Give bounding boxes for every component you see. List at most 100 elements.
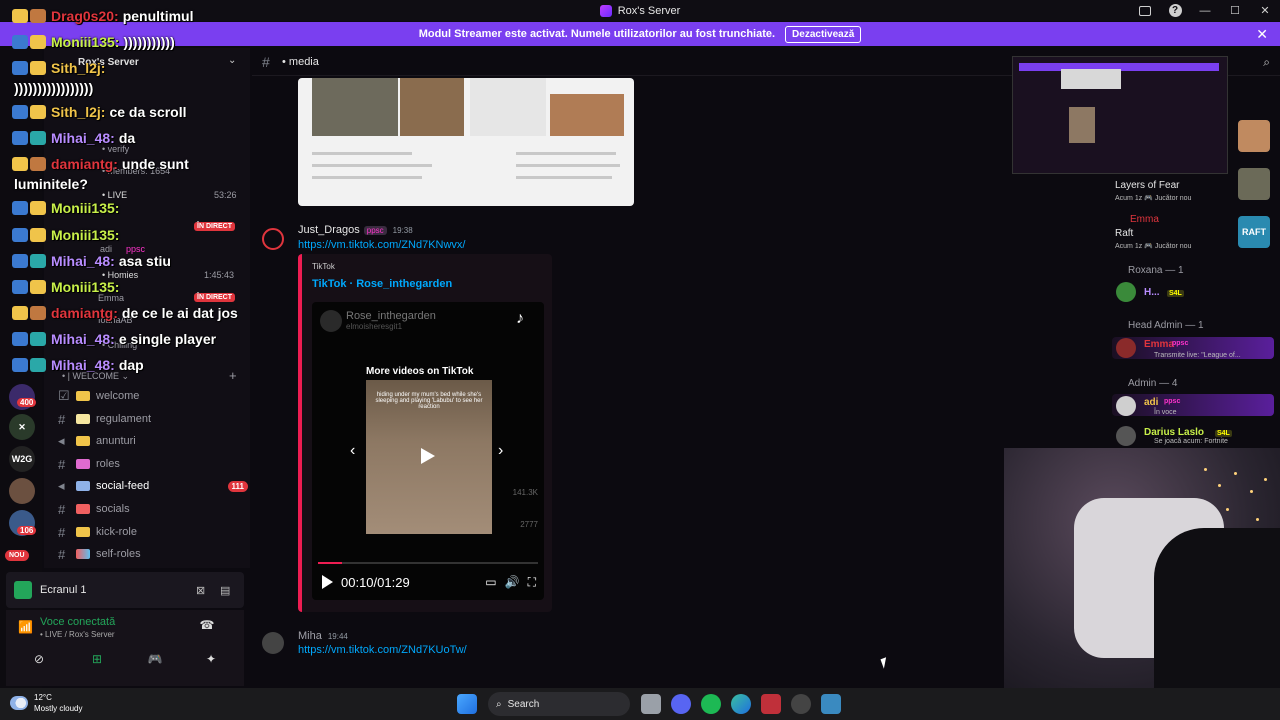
member-highlight (1112, 394, 1274, 416)
author-name[interactable]: Just_Dragos (298, 224, 360, 236)
webcam-person (1154, 528, 1280, 688)
screen-share-toggle-icon[interactable]: ⊞ (82, 650, 112, 668)
title-bar: Rox's Server ? — ☐ ✕ (0, 0, 1280, 21)
inbox-button[interactable] (1130, 0, 1160, 21)
text-line (312, 164, 432, 167)
channel-regulament[interactable]: # regulament (58, 409, 248, 429)
fullscreen-icon[interactable]: ⛶ (528, 575, 536, 590)
author-name[interactable]: Miha (298, 630, 322, 642)
tag-badge: S4L (1167, 290, 1184, 297)
taskbar: 12°C Mostly cloudy ⌕ Search (0, 688, 1280, 720)
inbox-icon (1139, 5, 1151, 16)
member-roxana[interactable]: H... (1144, 287, 1160, 298)
voice-channel-homies[interactable]: • Homies (102, 270, 138, 280)
image-tile (400, 78, 464, 136)
avatar[interactable] (1116, 426, 1136, 446)
channel-list: Rox's Server ⌄ • verify • Members: 1654 … (44, 48, 250, 568)
member-darius[interactable]: Darius Laslo (1144, 427, 1204, 438)
server-icon (599, 4, 612, 17)
search-icon[interactable]: ⌕ (1263, 55, 1270, 70)
taskbar-search[interactable]: ⌕ Search (488, 692, 630, 716)
fairy-light (1250, 490, 1253, 493)
channel-socials[interactable]: # socials (58, 499, 248, 519)
channel-label: anunturi (96, 435, 136, 447)
edge-icon[interactable] (731, 694, 751, 714)
avatar[interactable] (1116, 338, 1136, 358)
maximize-button[interactable]: ☐ (1220, 0, 1250, 21)
avatar[interactable] (262, 632, 284, 654)
embed-title[interactable]: TikTok · Rose_inthegarden (312, 278, 452, 290)
share-settings-icon[interactable]: ▤ (220, 584, 234, 597)
soundboard-icon[interactable]: ✦ (196, 650, 226, 668)
activity-name[interactable]: Raft (1115, 228, 1133, 239)
avatar[interactable] (262, 228, 284, 250)
weather-widget[interactable]: 12°C Mostly cloudy (10, 692, 82, 714)
channel-members[interactable]: • Members: 1654 (102, 166, 170, 176)
banner-close-icon[interactable]: ✕ (1256, 26, 1268, 43)
camera-off-icon[interactable]: ⊘ (24, 650, 54, 668)
play-overlay-icon[interactable] (421, 448, 435, 464)
voice-channel-chilling[interactable]: • Chilling (102, 340, 137, 350)
server-name[interactable]: Rox's Server (78, 57, 139, 68)
task-view-icon[interactable] (641, 694, 661, 714)
signal-icon[interactable]: 📶 (18, 620, 33, 634)
voice-channel-live[interactable]: • LIVE (102, 190, 127, 200)
voice-user-ioana[interactable]: IoanaAB (98, 315, 133, 325)
disable-streamer-button[interactable]: Dezactivează (785, 25, 862, 43)
hash-icon: # (262, 54, 270, 70)
voice-status[interactable]: Voce conectată (40, 616, 115, 628)
app-window-icon[interactable] (821, 694, 841, 714)
chevron-down-icon[interactable]: ⌄ (228, 55, 236, 66)
captions-icon[interactable]: ▭ (485, 575, 496, 589)
server-w2g[interactable]: W2G (9, 446, 35, 472)
help-button[interactable]: ? (1160, 0, 1190, 21)
channel-kick-role[interactable]: # kick-role (58, 522, 248, 542)
disconnect-icon[interactable]: ☎ (192, 616, 222, 634)
webcam-overlay (1004, 448, 1280, 688)
discord-icon[interactable] (671, 694, 691, 714)
channel-social-feed[interactable]: ◂ social-feed 111 (58, 476, 248, 496)
obs-icon[interactable] (791, 694, 811, 714)
category-welcome[interactable]: • | WELCOME ⌄ (62, 371, 129, 382)
add-channel-icon[interactable]: + (229, 368, 237, 383)
avatar[interactable] (1116, 396, 1136, 416)
channel-anunturi[interactable]: ◂ anunturi (58, 431, 248, 451)
activity-name[interactable]: Layers of Fear (1115, 180, 1179, 191)
close-button[interactable]: ✕ (1250, 0, 1280, 21)
member-emma[interactable]: Emma (1130, 214, 1159, 225)
play-icon[interactable] (322, 575, 333, 589)
voice-user-adi[interactable]: adi (100, 244, 112, 254)
channel-verify[interactable]: • verify (102, 144, 129, 154)
spotify-icon[interactable] (701, 694, 721, 714)
image-tile (550, 94, 624, 136)
channel-roles[interactable]: # roles (58, 454, 248, 474)
hash-icon: # (58, 501, 66, 517)
streaming-app-icon[interactable] (761, 694, 781, 714)
stream-preview[interactable] (1012, 56, 1228, 174)
embed-provider: TikTok (312, 262, 335, 271)
server-icon[interactable] (9, 478, 35, 504)
message-link[interactable]: https://vm.tiktok.com/ZNd7KNwvx/ (298, 239, 465, 251)
message-link[interactable]: https://vm.tiktok.com/ZNd7KUoTw/ (298, 644, 467, 656)
chevron-left-icon[interactable]: ‹ (350, 442, 355, 460)
video-player[interactable]: Rose_inthegarden elmoisheresgit1 ♪ More … (312, 302, 544, 600)
voice-user-emma[interactable]: Emma (98, 293, 124, 303)
server-icon[interactable]: ✕ (9, 414, 35, 440)
windows-start-icon[interactable] (457, 694, 477, 714)
screen-share-name: Ecranul 1 (40, 584, 87, 596)
image-attachment[interactable] (298, 78, 634, 206)
member-emma-admin[interactable]: Emma (1144, 339, 1174, 350)
avatar[interactable] (1116, 282, 1136, 302)
member-adi[interactable]: adi (1144, 397, 1158, 408)
fairy-light (1218, 484, 1221, 487)
activities-icon[interactable]: 🎮 (140, 650, 170, 668)
channel-welcome[interactable]: ☑ welcome (58, 386, 248, 406)
channel-self-roles[interactable]: # self-roles (58, 544, 248, 564)
video-thumbnail[interactable]: hiding under my mum's bed while she's sl… (366, 380, 492, 534)
stop-share-icon[interactable]: ⊠ (196, 584, 210, 597)
volume-icon[interactable]: 🔊 (505, 575, 520, 589)
text-line (312, 176, 422, 179)
chevron-right-icon[interactable]: › (498, 442, 503, 460)
minimize-button[interactable]: — (1190, 0, 1220, 21)
fairy-light (1226, 508, 1229, 511)
